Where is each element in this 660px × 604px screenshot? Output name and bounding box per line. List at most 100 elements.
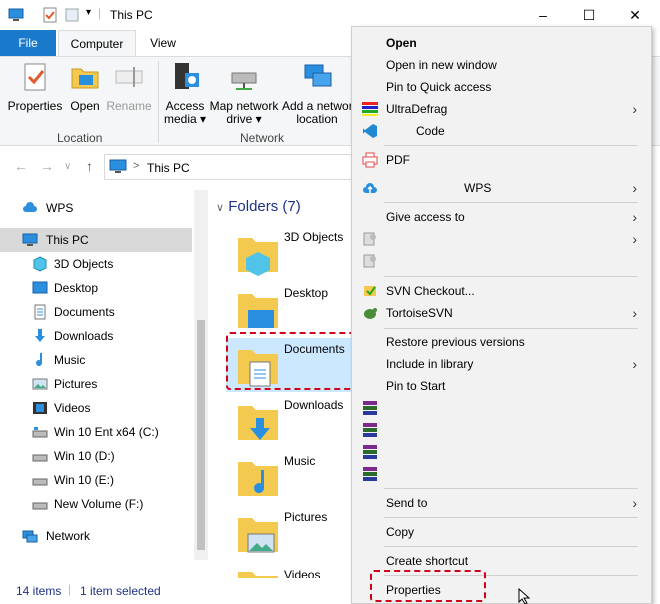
- up-arrow-icon[interactable]: ↑: [86, 158, 93, 174]
- menu-item-pin-start[interactable]: Pin to Start: [352, 375, 651, 397]
- menu-item-winrar-4[interactable]: [352, 463, 651, 485]
- wps-cloud-icon: [363, 183, 377, 193]
- item-count: 14 items: [16, 584, 62, 598]
- menu-item-winrar-1[interactable]: [352, 397, 651, 419]
- drive-icon: [32, 478, 48, 486]
- folder-videos-peek[interactable]: Videos: [226, 562, 362, 578]
- menu-item-wps[interactable]: WPS ›: [352, 177, 651, 199]
- rename-icon: [115, 67, 143, 87]
- access-media-button[interactable]: Access media ▾: [162, 61, 208, 126]
- nav-item-network[interactable]: Network: [0, 524, 192, 548]
- quick-access-dropdown-icon[interactable]: ▾: [86, 7, 91, 18]
- svn-icon: [364, 286, 376, 296]
- rename-button[interactable]: Rename: [106, 61, 152, 113]
- menu-item-share-unnamed-2[interactable]: [352, 250, 651, 272]
- mouse-cursor-icon: [518, 588, 531, 604]
- folder-pictures[interactable]: Pictures: [226, 506, 362, 560]
- nav-item-music[interactable]: Music: [0, 348, 192, 372]
- open-button[interactable]: Open: [66, 61, 104, 113]
- menu-item-send-to[interactable]: Send to ›: [352, 492, 651, 514]
- winrar-icon: [363, 401, 377, 415]
- computer-icon: [109, 159, 127, 173]
- share-gear-icon: [363, 232, 376, 246]
- forward-arrow-icon[interactable]: →: [40, 158, 54, 174]
- folder-name: Downloads: [284, 398, 344, 412]
- menu-item-open[interactable]: Open: [352, 32, 651, 54]
- menu-item-include-library[interactable]: Include in library ›: [352, 353, 651, 375]
- new-folder-quickaccess-icon[interactable]: [64, 7, 80, 23]
- nav-item-wps[interactable]: WPS: [0, 196, 192, 220]
- navigation-pane: WPS This PC 3D Objects Desktop Documents…: [0, 190, 192, 560]
- menu-item-tortoisesvn[interactable]: TortoiseSVN ›: [352, 302, 651, 324]
- nav-label: Win 10 (D:): [54, 449, 115, 463]
- breadcrumb-this-pc[interactable]: This PC: [147, 161, 190, 175]
- menu-item-copy[interactable]: Copy: [352, 521, 651, 543]
- properties-quickaccess-icon[interactable]: [42, 7, 58, 23]
- menu-item-pdf[interactable]: PDF: [352, 149, 651, 171]
- menu-separator: [384, 145, 638, 146]
- nav-item-3d-objects[interactable]: 3D Objects: [0, 252, 192, 276]
- folder-icon: [238, 238, 278, 276]
- nav-item-videos[interactable]: Videos: [0, 396, 192, 420]
- menu-item-pin-quick-access[interactable]: Pin to Quick access: [352, 76, 651, 98]
- network-location-icon: [304, 64, 332, 87]
- computer-icon: [8, 8, 24, 21]
- network-icon: [22, 530, 38, 543]
- scrollbar-thumb[interactable]: [197, 320, 205, 550]
- menu-label: Give access to: [386, 210, 465, 224]
- nav-item-this-pc[interactable]: This PC: [0, 228, 192, 252]
- folder-desktop[interactable]: Desktop: [226, 282, 362, 336]
- nav-item-pictures[interactable]: Pictures: [0, 372, 192, 396]
- nav-pane-scrollbar[interactable]: [194, 190, 208, 560]
- window-title: This PC: [110, 8, 153, 22]
- folders-group-header[interactable]: ∨ Folders (7): [216, 198, 301, 215]
- pictures-icon: [32, 378, 48, 390]
- open-label: Open: [70, 99, 100, 113]
- menu-item-svn-checkout[interactable]: SVN Checkout...: [352, 280, 651, 302]
- nav-item-drive-d[interactable]: Win 10 (D:): [0, 444, 192, 468]
- tab-view[interactable]: View: [140, 30, 186, 56]
- back-arrow-icon[interactable]: ←: [14, 158, 28, 174]
- status-divider: |: [68, 582, 72, 596]
- nav-item-drive-f[interactable]: New Volume (F:): [0, 492, 192, 516]
- title-divider: |: [98, 6, 102, 20]
- tab-computer[interactable]: Computer: [58, 30, 136, 56]
- menu-item-winrar-2[interactable]: [352, 419, 651, 441]
- recent-locations-chevron-icon[interactable]: ∨: [64, 161, 71, 172]
- menu-item-share-unnamed-1[interactable]: ›: [352, 228, 651, 250]
- add-location-label-2: location: [296, 112, 338, 126]
- folder-3d-objects[interactable]: 3D Objects: [226, 226, 362, 280]
- menu-item-restore-previous[interactable]: Restore previous versions: [352, 331, 651, 353]
- nav-item-documents[interactable]: Documents: [0, 300, 192, 324]
- nav-item-downloads[interactable]: Downloads: [0, 324, 192, 348]
- address-bar[interactable]: > This PC: [104, 154, 364, 180]
- nav-item-drive-c[interactable]: Win 10 Ent x64 (C:): [0, 420, 192, 444]
- menu-label: Pin to Quick access: [386, 80, 492, 94]
- map-network-drive-button[interactable]: Map network drive ▾: [208, 61, 280, 126]
- folder-music[interactable]: Music: [226, 450, 362, 504]
- nav-item-drive-e[interactable]: Win 10 (E:): [0, 468, 192, 492]
- add-network-location-button[interactable]: Add a network location: [282, 61, 352, 126]
- menu-item-create-shortcut[interactable]: Create shortcut: [352, 550, 651, 572]
- menu-separator: [384, 328, 638, 329]
- nav-label: Music: [54, 353, 86, 367]
- folder-icon: [238, 406, 278, 440]
- folder-icon: [238, 462, 278, 496]
- folder-open-icon: [71, 68, 99, 89]
- properties-button[interactable]: Properties: [6, 61, 64, 113]
- menu-item-ultradefrag[interactable]: UltraDefrag ›: [352, 98, 651, 120]
- winrar-icon: [363, 467, 377, 481]
- rename-label: Rename: [106, 99, 152, 113]
- menu-label: Include in library: [386, 357, 474, 371]
- folder-name: Desktop: [284, 286, 329, 300]
- menu-item-give-access[interactable]: Give access to ›: [352, 206, 651, 228]
- tab-file[interactable]: File: [0, 30, 56, 56]
- folder-downloads[interactable]: Downloads: [226, 394, 362, 448]
- share-gear-icon: [363, 254, 376, 268]
- nav-item-desktop[interactable]: Desktop: [0, 276, 192, 300]
- menu-item-open-new-window[interactable]: Open in new window: [352, 54, 651, 76]
- map-drive-label-2: drive ▾: [226, 112, 262, 126]
- folder-name: Music: [284, 454, 316, 468]
- menu-item-winrar-3[interactable]: [352, 441, 651, 463]
- menu-item-code[interactable]: Code: [352, 120, 651, 142]
